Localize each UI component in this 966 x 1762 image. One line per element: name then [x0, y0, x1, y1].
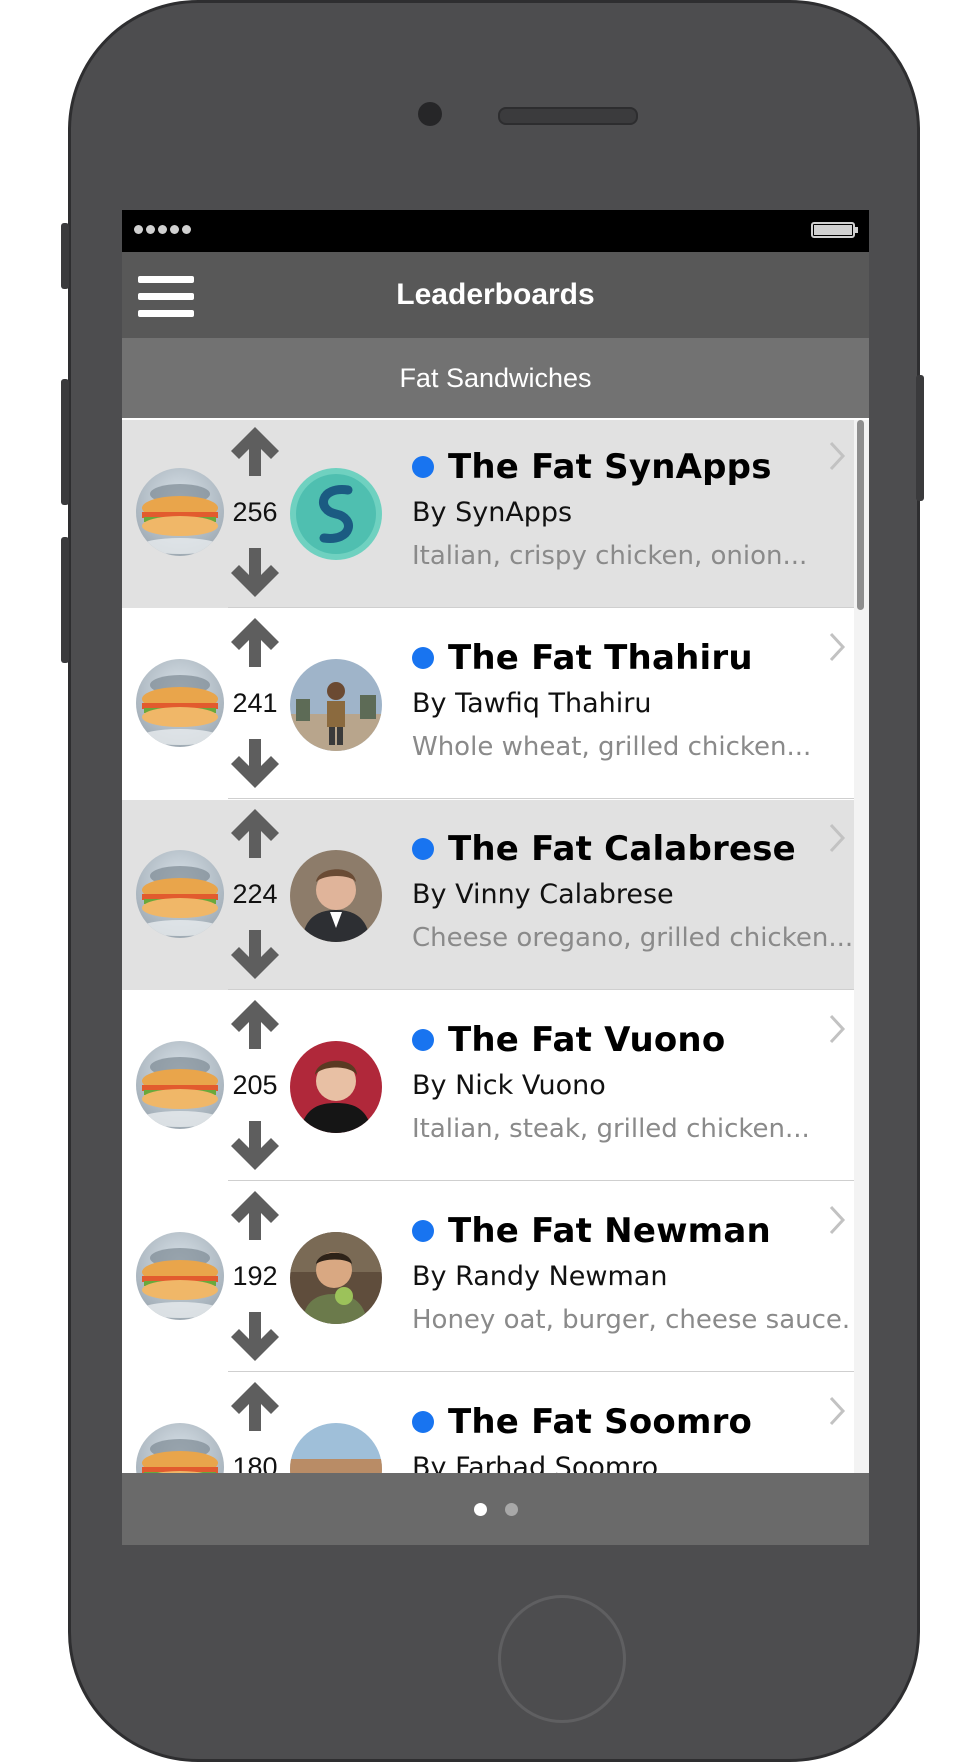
- new-indicator-dot: [412, 456, 434, 478]
- page-dot[interactable]: [504, 1503, 518, 1516]
- front-camera: [418, 102, 442, 126]
- chevron-right-icon[interactable]: [828, 1395, 848, 1427]
- arrow-up-icon[interactable]: [228, 1379, 282, 1433]
- battery-icon: [811, 222, 858, 238]
- leaderboard-row[interactable]: 205 The Fat Vuono By Nick Vuono Italian,…: [122, 991, 854, 1181]
- sandwich-photo: [136, 1041, 224, 1129]
- entry-info: The Fat Soomro By Farhad Soomro: [412, 1397, 852, 1473]
- volume-up-button: [61, 379, 69, 505]
- vote-score: 241: [232, 688, 278, 718]
- scrollbar[interactable]: [854, 420, 869, 1473]
- leaderboard-row[interactable]: 192 The Fat Newman By Randy Newman Honey…: [122, 1182, 854, 1372]
- chevron-right-icon[interactable]: [828, 631, 848, 663]
- author-name: By Nick Vuono: [412, 1070, 606, 1101]
- new-indicator-dot: [412, 1220, 434, 1242]
- author-avatar: [290, 1423, 382, 1473]
- arrow-up-icon[interactable]: [228, 424, 282, 478]
- author-name: By Farhad Soomro: [412, 1452, 659, 1473]
- author-avatar: [290, 1041, 382, 1133]
- arrow-up-icon[interactable]: [228, 1188, 282, 1242]
- sandwich-photo: [136, 1423, 224, 1473]
- row-divider: [228, 798, 854, 799]
- vote-score: 224: [232, 879, 278, 909]
- row-divider: [228, 1180, 854, 1181]
- ingredients-description: Honey oat, burger, cheese sauce...: [412, 1305, 852, 1335]
- sandwich-name: The Fat Vuono: [448, 1020, 726, 1060]
- new-indicator-dot: [412, 1029, 434, 1051]
- vote-score: 256: [232, 497, 278, 527]
- ingredients-description: Italian, crispy chicken, onion...: [412, 541, 808, 571]
- row-divider: [228, 1371, 854, 1372]
- arrow-up-icon[interactable]: [228, 806, 282, 860]
- ingredients-description: Italian, steak, grilled chicken...: [412, 1114, 810, 1144]
- entry-info: The Fat SynApps By SynApps Italian, cris…: [412, 442, 852, 578]
- status-bar: [122, 210, 869, 252]
- arrow-down-icon[interactable]: [228, 1310, 282, 1364]
- vote-score: 192: [232, 1261, 278, 1291]
- author-name: By Vinny Calabrese: [412, 879, 674, 910]
- author-name: By Randy Newman: [412, 1261, 668, 1292]
- pager-dots: [122, 1503, 869, 1516]
- sandwich-name: The Fat Thahiru: [448, 638, 753, 678]
- arrow-down-icon[interactable]: [228, 546, 282, 600]
- vote-score: 180: [232, 1452, 278, 1473]
- earpiece-speaker: [498, 107, 638, 125]
- author-avatar: [290, 659, 382, 751]
- chevron-right-icon[interactable]: [828, 440, 848, 472]
- leaderboard-row[interactable]: 256 The Fat SynApps By SynApps Italian, …: [122, 420, 854, 608]
- page-title: Leaderboards: [396, 278, 595, 311]
- sandwich-photo: [136, 468, 224, 556]
- arrow-down-icon[interactable]: [228, 1119, 282, 1173]
- author-avatar: [290, 468, 382, 560]
- entry-info: The Fat Calabrese By Vinny Calabrese Che…: [412, 824, 852, 960]
- sandwich-name: The Fat Soomro: [448, 1402, 753, 1442]
- arrow-up-icon[interactable]: [228, 997, 282, 1051]
- volume-down-button: [61, 537, 69, 663]
- new-indicator-dot: [412, 1411, 434, 1433]
- leaderboard-list[interactable]: 256 The Fat SynApps By SynApps Italian, …: [122, 420, 854, 1473]
- vote-score: 205: [232, 1070, 278, 1100]
- home-button[interactable]: [498, 1595, 626, 1723]
- signal-strength-icon: [134, 225, 191, 234]
- sandwich-photo: [136, 659, 224, 747]
- author-name: By SynApps: [412, 497, 573, 528]
- sandwich-name: The Fat SynApps: [448, 447, 772, 487]
- entry-info: The Fat Newman By Randy Newman Honey oat…: [412, 1206, 852, 1342]
- chevron-right-icon[interactable]: [828, 1013, 848, 1045]
- sandwich-photo: [136, 1232, 224, 1320]
- nav-bar: Leaderboards: [122, 252, 869, 338]
- author-name: By Tawfiq Thahiru: [412, 688, 652, 719]
- ingredients-description: Cheese oregano, grilled chicken...: [412, 923, 852, 953]
- leaderboard-row[interactable]: 241 The Fat Thahiru By Tawfiq Thahiru Wh…: [122, 609, 854, 799]
- sandwich-name: The Fat Calabrese: [448, 829, 796, 869]
- entry-info: The Fat Thahiru By Tawfiq Thahiru Whole …: [412, 633, 852, 769]
- author-avatar: [290, 850, 382, 942]
- chevron-right-icon[interactable]: [828, 822, 848, 854]
- category-title: Fat Sandwiches: [122, 338, 869, 418]
- new-indicator-dot: [412, 647, 434, 669]
- arrow-down-icon[interactable]: [228, 737, 282, 791]
- leaderboard-row[interactable]: 180 The Fat Soomro By Farhad Soomro: [122, 1373, 854, 1473]
- author-avatar: [290, 1232, 382, 1324]
- new-indicator-dot: [412, 838, 434, 860]
- page-dot[interactable]: [473, 1503, 487, 1516]
- ingredients-description: Whole wheat, grilled chicken...: [412, 732, 812, 762]
- row-divider: [228, 607, 854, 608]
- chevron-right-icon[interactable]: [828, 1204, 848, 1236]
- app-screen: Leaderboards Fat Sandwiches 256 The Fat …: [122, 210, 869, 1545]
- entry-info: The Fat Vuono By Nick Vuono Italian, ste…: [412, 1015, 852, 1151]
- sandwich-photo: [136, 850, 224, 938]
- leaderboard-row[interactable]: 224 The Fat Calabrese By Vinny Calabrese…: [122, 800, 854, 990]
- scrollbar-thumb[interactable]: [857, 420, 864, 610]
- row-divider: [228, 989, 854, 990]
- power-button: [916, 375, 924, 501]
- arrow-up-icon[interactable]: [228, 615, 282, 669]
- page-indicator[interactable]: [122, 1473, 869, 1545]
- sandwich-name: The Fat Newman: [448, 1211, 771, 1251]
- mute-switch: [61, 223, 69, 289]
- arrow-down-icon[interactable]: [228, 928, 282, 982]
